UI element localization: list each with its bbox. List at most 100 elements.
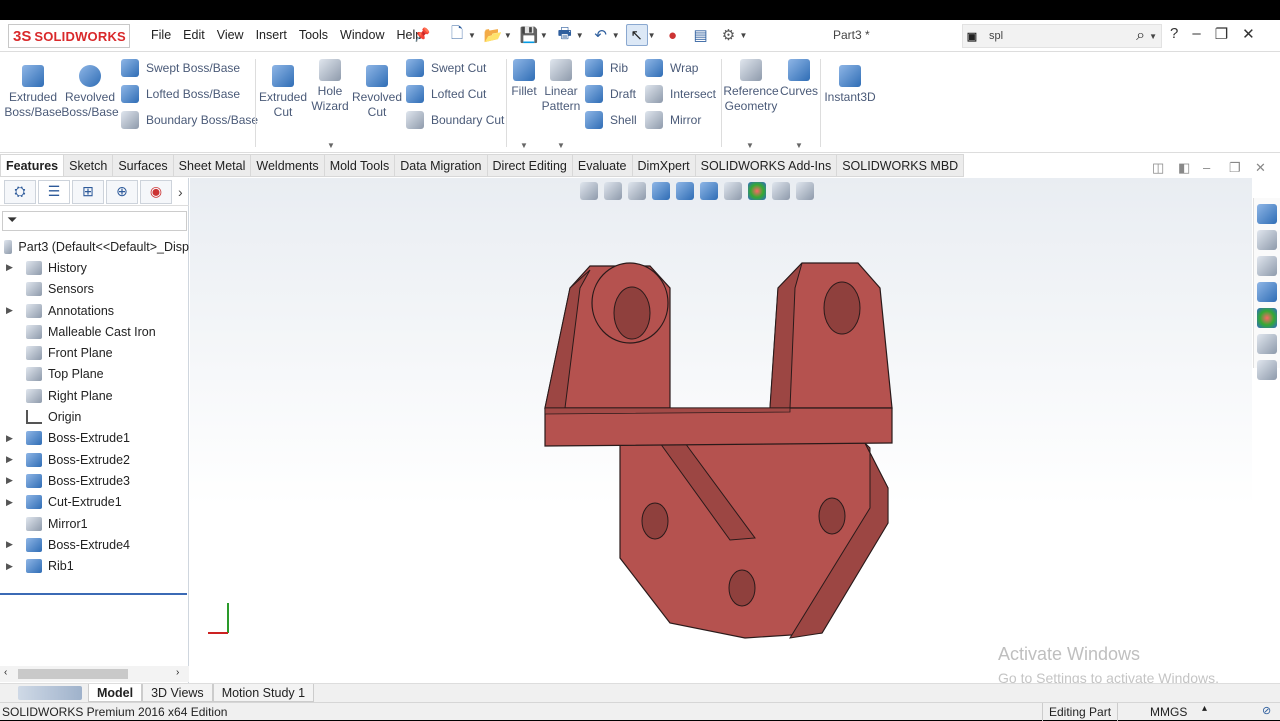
hole-wizard-button[interactable]: Hole Wizard bbox=[308, 59, 352, 114]
chevron-down-icon[interactable]: ▼ bbox=[1149, 32, 1157, 41]
tree-item-boss-extrude4[interactable]: ▶ Boss-Extrude4 bbox=[0, 534, 189, 555]
chevron-down-icon[interactable]: ▼ bbox=[504, 31, 512, 40]
expand-arrow-icon[interactable]: ▶ bbox=[6, 305, 16, 316]
tab-scroll-arrows-icon[interactable] bbox=[18, 686, 82, 700]
menu-window[interactable]: Window bbox=[340, 28, 384, 42]
wrap-button[interactable]: Wrap bbox=[645, 59, 698, 77]
swept-boss-button[interactable]: Swept Boss/Base bbox=[121, 59, 240, 77]
expand-arrow-icon[interactable]: ▶ bbox=[6, 454, 16, 465]
tab-3d-views[interactable]: 3D Views bbox=[142, 684, 213, 702]
expand-arrow-icon[interactable]: ▶ bbox=[6, 561, 16, 572]
design-library-icon[interactable] bbox=[1257, 230, 1277, 250]
tab-direct-editing[interactable]: Direct Editing bbox=[487, 154, 573, 177]
tree-filter-input[interactable]: ⏷ bbox=[2, 211, 187, 231]
tree-item-cut-extrude1[interactable]: ▶ Cut-Extrude1 bbox=[0, 492, 189, 513]
expand-arrow-icon[interactable]: ▶ bbox=[6, 262, 16, 273]
restore-icon[interactable]: ❐ bbox=[1215, 25, 1228, 43]
scroll-right-icon[interactable]: › bbox=[176, 667, 179, 678]
menu-edit[interactable]: Edit bbox=[183, 28, 205, 42]
chevron-down-icon[interactable]: ▼ bbox=[540, 31, 548, 40]
search-icon[interactable]: ⌕ bbox=[1136, 27, 1145, 45]
undo-icon[interactable]: ↶ bbox=[590, 24, 612, 46]
feature-manager-tab-icon[interactable]: ⛭ bbox=[4, 179, 36, 204]
chevron-down-icon[interactable]: ▼ bbox=[740, 31, 748, 40]
tree-item-material[interactable]: Malleable Cast Iron bbox=[0, 321, 189, 342]
rollback-bar[interactable] bbox=[0, 593, 187, 595]
menu-tools[interactable]: Tools bbox=[299, 28, 328, 42]
boundary-boss-button[interactable]: Boundary Boss/Base bbox=[121, 111, 258, 129]
configuration-manager-tab-icon[interactable]: ⊞ bbox=[72, 179, 104, 204]
forum-icon[interactable] bbox=[1257, 360, 1277, 380]
tab-model[interactable]: Model bbox=[88, 684, 143, 702]
expand-arrow-icon[interactable]: ▶ bbox=[6, 433, 16, 444]
doc-close-icon[interactable]: ✕ bbox=[1255, 160, 1266, 176]
lofted-cut-button[interactable]: Lofted Cut bbox=[406, 85, 486, 103]
dimxpert-manager-tab-icon[interactable]: ⊕ bbox=[106, 179, 138, 204]
expand-arrow-icon[interactable]: ▶ bbox=[6, 475, 16, 486]
draft-button[interactable]: Draft bbox=[585, 85, 636, 103]
menu-insert[interactable]: Insert bbox=[256, 28, 287, 42]
extruded-cut-button[interactable]: Extruded Cut bbox=[258, 65, 308, 120]
solidworks-logo[interactable]: 3S SOLIDWORKS bbox=[8, 24, 130, 48]
revolved-cut-button[interactable]: Revolved Cut bbox=[352, 65, 402, 120]
solidworks-resources-icon[interactable] bbox=[1257, 204, 1277, 224]
tree-item-mirror1[interactable]: Mirror1 bbox=[0, 513, 189, 534]
search-input[interactable]: spl bbox=[989, 30, 1136, 42]
menu-file[interactable]: File bbox=[151, 28, 171, 42]
menu-view[interactable]: View bbox=[217, 28, 244, 42]
new-document-icon[interactable]: 🗋 bbox=[446, 24, 468, 46]
display-manager-tab-icon[interactable]: ◉ bbox=[140, 179, 172, 204]
lofted-boss-button[interactable]: Lofted Boss/Base bbox=[121, 85, 240, 103]
chevron-down-icon[interactable]: ▼ bbox=[557, 141, 565, 150]
close-icon[interactable]: ✕ bbox=[1242, 25, 1255, 43]
revolved-boss-button[interactable]: Revolved Boss/Base bbox=[61, 65, 119, 120]
quick-tips-icon[interactable]: ⊘ bbox=[1262, 704, 1271, 717]
mirror-button[interactable]: Mirror bbox=[645, 111, 701, 129]
search-box[interactable]: ▣ spl ⌕ ▼ bbox=[962, 24, 1162, 48]
tab-motion-study-1[interactable]: Motion Study 1 bbox=[212, 684, 315, 702]
intersect-button[interactable]: Intersect bbox=[645, 85, 716, 103]
chevron-down-icon[interactable]: ▼ bbox=[795, 141, 803, 150]
chevron-down-icon[interactable]: ▼ bbox=[612, 31, 620, 40]
pin-icon[interactable]: 📌 bbox=[414, 27, 430, 43]
curves-button[interactable]: Curves bbox=[780, 59, 818, 99]
tree-item-annotations[interactable]: ▶ Annotations bbox=[0, 300, 189, 321]
split-view-icon[interactable]: ◧ bbox=[1178, 160, 1190, 176]
chevron-down-icon[interactable]: ▼ bbox=[520, 141, 528, 150]
tab-solidworks-mbd[interactable]: SOLIDWORKS MBD bbox=[837, 154, 965, 177]
property-manager-tab-icon[interactable]: ☰ bbox=[38, 179, 70, 204]
tab-mold-tools[interactable]: Mold Tools bbox=[324, 154, 396, 177]
chevron-down-icon[interactable]: ▼ bbox=[576, 31, 584, 40]
select-pointer-icon[interactable]: ↖ bbox=[625, 24, 648, 46]
instant3d-button[interactable]: Instant3D bbox=[822, 65, 878, 105]
doc-restore-icon[interactable]: ❐ bbox=[1229, 160, 1241, 176]
tab-sketch[interactable]: Sketch bbox=[64, 154, 114, 177]
tree-root-part[interactable]: Part3 (Default<<Default>_Disp bbox=[0, 236, 189, 257]
tree-item-top-plane[interactable]: Top Plane bbox=[0, 364, 189, 385]
unit-system-selector[interactable]: MMGS bbox=[1150, 705, 1187, 719]
chevron-up-icon[interactable]: ▴ bbox=[1202, 703, 1207, 714]
tree-item-boss-extrude2[interactable]: ▶ Boss-Extrude2 bbox=[0, 449, 189, 470]
chevron-down-icon[interactable]: ▼ bbox=[468, 31, 476, 40]
linear-pattern-button[interactable]: Linear Pattern bbox=[540, 59, 582, 114]
reference-geometry-button[interactable]: Reference Geometry bbox=[723, 59, 779, 114]
tab-data-migration[interactable]: Data Migration bbox=[395, 154, 488, 177]
help-icon[interactable]: ? bbox=[1170, 25, 1178, 43]
tab-weldments[interactable]: Weldments bbox=[251, 154, 325, 177]
tree-item-front-plane[interactable]: Front Plane bbox=[0, 342, 189, 363]
chevron-right-icon[interactable]: › bbox=[178, 184, 183, 200]
chevron-down-icon[interactable]: ▼ bbox=[746, 141, 754, 150]
boundary-cut-button[interactable]: Boundary Cut bbox=[406, 111, 504, 129]
tab-surfaces[interactable]: Surfaces bbox=[113, 154, 174, 177]
fillet-button[interactable]: Fillet bbox=[510, 59, 538, 99]
graphics-area[interactable] bbox=[190, 178, 1252, 683]
custom-properties-icon[interactable] bbox=[1257, 334, 1277, 354]
scroll-left-icon[interactable]: ‹ bbox=[4, 667, 7, 678]
rib-button[interactable]: Rib bbox=[585, 59, 628, 77]
tree-item-boss-extrude1[interactable]: ▶ Boss-Extrude1 bbox=[0, 428, 189, 449]
extruded-boss-button[interactable]: Extruded Boss/Base bbox=[4, 65, 62, 120]
print-icon[interactable]: 🖶 bbox=[554, 24, 576, 46]
save-icon[interactable]: 💾 bbox=[518, 24, 540, 46]
tab-solidworks-add-ins[interactable]: SOLIDWORKS Add-Ins bbox=[695, 154, 838, 177]
view-palette-icon[interactable] bbox=[1257, 282, 1277, 302]
